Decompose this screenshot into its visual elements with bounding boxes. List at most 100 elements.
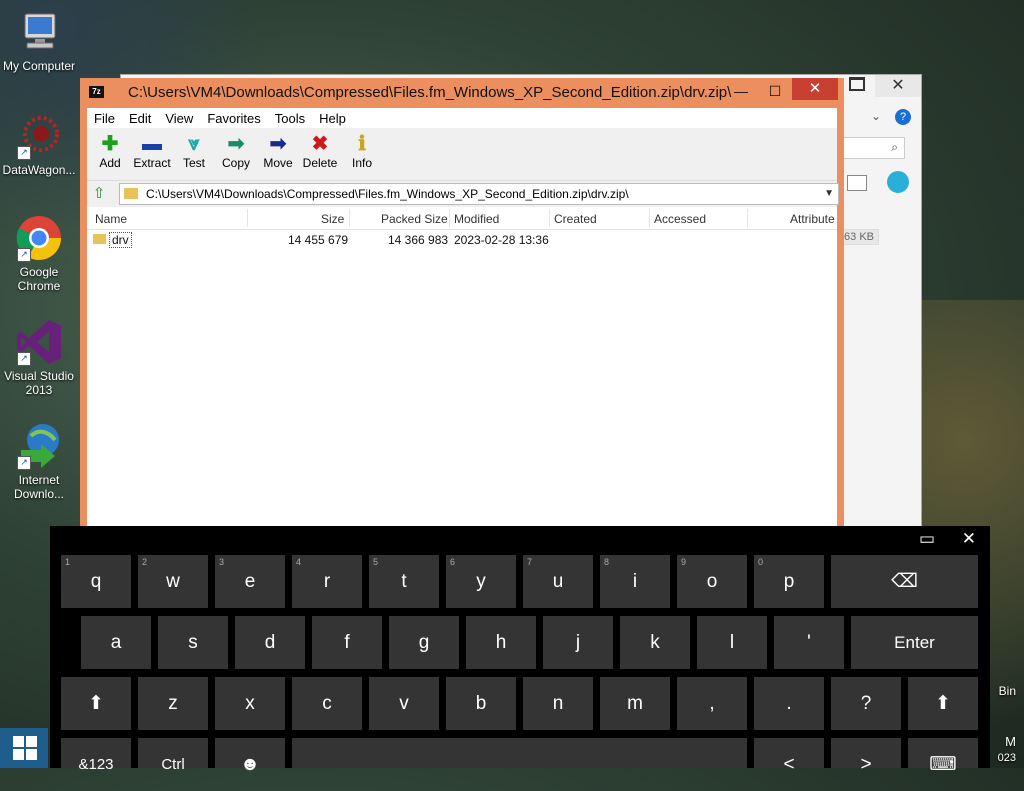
view-toggle-icon[interactable] xyxy=(847,175,867,191)
menu-tools[interactable]: Tools xyxy=(268,111,312,126)
7zip-app-icon: 7z xyxy=(89,86,104,98)
window-client-area: File Edit View Favorites Tools Help ✚ Ad… xyxy=(87,108,839,538)
add-button[interactable]: ✚ Add xyxy=(89,128,131,180)
key-e[interactable]: 3e xyxy=(215,555,285,608)
menu-bar: File Edit View Favorites Tools Help xyxy=(87,108,837,128)
desktop-icon-chrome[interactable]: ↗ Google Chrome xyxy=(0,214,78,293)
extract-button[interactable]: ▬ Extract xyxy=(131,128,173,180)
close-button[interactable]: ✕ xyxy=(792,78,838,100)
move-button[interactable]: ➡ Move xyxy=(257,128,299,180)
menu-help[interactable]: Help xyxy=(312,111,353,126)
key-h[interactable]: h xyxy=(466,616,536,669)
key-r[interactable]: 4r xyxy=(292,555,362,608)
key-i[interactable]: 8i xyxy=(600,555,670,608)
menu-edit[interactable]: Edit xyxy=(122,111,158,126)
key-u[interactable]: 7u xyxy=(523,555,593,608)
space-key[interactable] xyxy=(292,738,747,768)
key-k[interactable]: k xyxy=(620,616,690,669)
key-v[interactable]: v xyxy=(369,677,439,730)
key-s[interactable]: s xyxy=(158,616,228,669)
key-d[interactable]: d xyxy=(235,616,305,669)
shift-right-key[interactable]: ⬆ xyxy=(908,677,978,730)
menu-file[interactable]: File xyxy=(87,111,122,126)
maximize-button[interactable]: ☐ xyxy=(762,81,788,101)
emoji-key[interactable]: ☻ xyxy=(215,738,285,775)
key-z[interactable]: z xyxy=(138,677,208,730)
shift-icon: ⬆ xyxy=(88,693,104,714)
key-o[interactable]: 9o xyxy=(677,555,747,608)
key-comma[interactable]: , xyxy=(677,677,747,730)
key-m[interactable]: m xyxy=(600,677,670,730)
key-g[interactable]: g xyxy=(389,616,459,669)
test-button[interactable]: ⩔ Test xyxy=(173,128,215,180)
app-shell-icon[interactable] xyxy=(887,171,909,193)
key-t[interactable]: 5t xyxy=(369,555,439,608)
key-b[interactable]: b xyxy=(446,677,516,730)
key-q[interactable]: 1q xyxy=(61,555,131,608)
key-l[interactable]: l xyxy=(697,616,767,669)
up-folder-icon[interactable]: ⇧ xyxy=(90,185,108,203)
keyboard-layout-key[interactable]: ⌨ xyxy=(908,738,978,775)
address-input[interactable]: C:\Users\VM4\Downloads\Compressed\Files.… xyxy=(119,183,839,205)
key-x[interactable]: x xyxy=(215,677,285,730)
key-apostrophe[interactable]: ' xyxy=(774,616,844,669)
symbols-key[interactable]: &123 xyxy=(61,738,131,773)
desktop-icon-my-computer[interactable]: My Computer xyxy=(0,8,78,73)
key-y[interactable]: 6y xyxy=(446,555,516,608)
computer-icon xyxy=(15,8,63,56)
backspace-icon: ⌫ xyxy=(891,571,918,592)
delete-icon: ✖ xyxy=(311,133,329,155)
minimize-button[interactable]: — xyxy=(728,81,754,101)
key-w[interactable]: 2w xyxy=(138,555,208,608)
key-p[interactable]: 0p xyxy=(754,555,824,608)
file-name[interactable]: drv xyxy=(109,232,132,248)
table-row[interactable]: drv 14 455 679 14 366 983 2023-02-28 13:… xyxy=(87,230,837,250)
right-arrow-key[interactable]: > xyxy=(831,738,901,775)
clock-date-partial: 023 xyxy=(997,752,1016,764)
background-window-close-button[interactable]: ✕ xyxy=(875,75,921,97)
key-j[interactable]: j xyxy=(543,616,613,669)
background-window-maximize-button[interactable] xyxy=(849,77,865,91)
key-question[interactable]: ? xyxy=(831,677,901,730)
start-button[interactable] xyxy=(0,728,48,768)
backspace-key[interactable]: ⌫ xyxy=(831,555,978,608)
desktop-icon-datawagon[interactable]: ↗ DataWagon... xyxy=(0,112,78,177)
keyboard-close-button[interactable]: ✕ xyxy=(962,529,976,548)
left-arrow-key[interactable]: < xyxy=(754,738,824,775)
desktop-icon-idm[interactable]: ↗ Internet Downlo... xyxy=(0,422,78,501)
column-header-created[interactable]: Created xyxy=(554,212,597,226)
title-bar[interactable]: 7z C:\Users\VM4\Downloads\Compressed\Fil… xyxy=(80,78,844,106)
address-bar: ⇧ C:\Users\VM4\Downloads\Compressed\File… xyxy=(87,181,839,207)
key-n[interactable]: n xyxy=(523,677,593,730)
column-header-accessed[interactable]: Accessed xyxy=(654,212,706,226)
column-headers: Name Size Packed Size Modified Created A… xyxy=(87,207,837,230)
key-f[interactable]: f xyxy=(312,616,382,669)
column-header-attributes[interactable]: Attribute xyxy=(790,212,835,226)
desktop-icon-label: DataWagon... xyxy=(2,163,76,177)
enter-key[interactable]: Enter xyxy=(851,616,978,669)
clock-partial: M xyxy=(1005,734,1016,749)
add-icon: ✚ xyxy=(101,133,119,155)
column-header-name[interactable]: Name xyxy=(95,212,127,226)
key-period[interactable]: . xyxy=(754,677,824,730)
chevron-down-icon[interactable]: ▼ xyxy=(824,184,834,204)
desktop-icon-label: Internet Downlo... xyxy=(13,473,65,501)
key-a[interactable]: a xyxy=(81,616,151,669)
folder-icon xyxy=(124,188,138,199)
column-header-packed-size[interactable]: Packed Size xyxy=(381,212,448,226)
7zip-window[interactable]: 7z C:\Users\VM4\Downloads\Compressed\Fil… xyxy=(80,78,844,538)
column-header-modified[interactable]: Modified xyxy=(454,212,499,226)
ctrl-key[interactable]: Ctrl xyxy=(138,738,208,773)
info-button[interactable]: ℹ Info xyxy=(341,128,383,180)
menu-view[interactable]: View xyxy=(158,111,200,126)
shift-left-key[interactable]: ⬆ xyxy=(61,677,131,730)
keyboard-dock-button[interactable]: ▭ xyxy=(919,529,935,548)
copy-button[interactable]: ➡ Copy xyxy=(215,128,257,180)
chevron-down-icon[interactable]: ⌄ xyxy=(871,109,881,123)
menu-favorites[interactable]: Favorites xyxy=(200,111,267,126)
help-icon[interactable]: ? xyxy=(895,109,911,125)
desktop-icon-visual-studio[interactable]: ↗ Visual Studio 2013 xyxy=(0,318,78,397)
key-c[interactable]: c xyxy=(292,677,362,730)
column-header-size[interactable]: Size xyxy=(321,212,344,226)
delete-button[interactable]: ✖ Delete xyxy=(299,128,341,180)
